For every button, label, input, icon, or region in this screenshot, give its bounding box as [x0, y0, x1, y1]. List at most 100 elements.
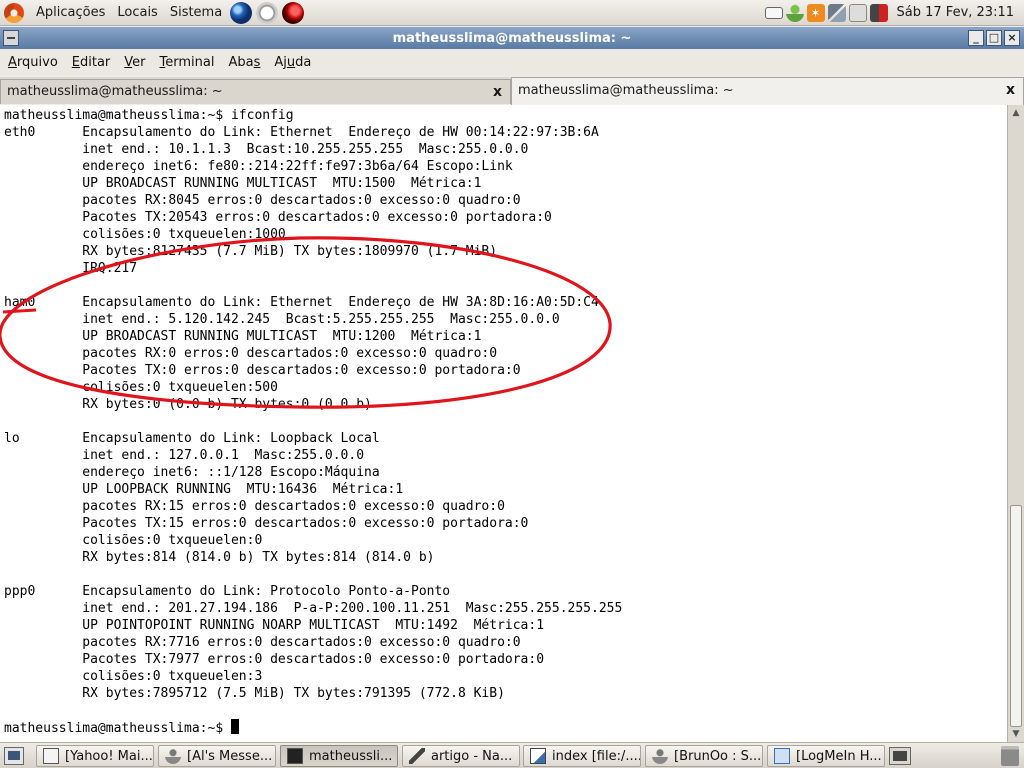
tab-close-icon[interactable]: x — [493, 84, 502, 100]
taskbar-label: [Yahoo! Mai... — [65, 748, 153, 764]
prompt-line: matheusslima@matheusslima:~$ — [4, 719, 622, 736]
shell-prompt: matheusslima@matheusslima:~$ — [4, 721, 231, 736]
taskbar-button-2[interactable]: matheussli... — [280, 745, 398, 767]
terminal-icon — [287, 748, 303, 764]
bug-icon[interactable] — [282, 1, 305, 24]
logmein-icon — [774, 748, 790, 764]
menu-item-2[interactable]: Ver — [116, 55, 151, 70]
pen-icon — [409, 748, 425, 764]
terminal-line: RX bytes:8127435 (7.7 MiB) TX bytes:1809… — [4, 244, 498, 259]
menu-item-1[interactable]: Editar — [64, 55, 117, 70]
terminal-line: colisões:0 txqueuelen:0 — [4, 533, 263, 548]
menu-item-post: rquivo — [16, 55, 58, 70]
menu-item-pre: Aba — [228, 55, 254, 70]
tab-2-active[interactable]: matheusslima@matheusslima: ~ x — [511, 77, 1024, 105]
globe-icon[interactable] — [230, 1, 253, 24]
taskbar-button-6[interactable]: [LogMeIn H... — [767, 745, 885, 767]
menu-item-0[interactable]: Arquivo — [0, 55, 64, 70]
menu-item-pre: Aj — [274, 55, 287, 70]
network-icon[interactable] — [827, 3, 846, 22]
menu-item-post: erminal — [165, 55, 215, 70]
terminal-line: UP LOOPBACK RUNNING MTU:16436 Métrica:1 — [4, 482, 404, 497]
terminal-line: Pacotes TX:7977 erros:0 descartados:0 ex… — [4, 652, 545, 667]
terminal-line: pacotes RX:8045 erros:0 descartados:0 ex… — [4, 193, 521, 208]
menu-system[interactable]: Sistema — [164, 5, 228, 20]
menu-item-post: da — [295, 55, 312, 70]
close-button[interactable]: × — [1004, 30, 1020, 46]
menu-item-3[interactable]: Terminal — [152, 55, 221, 70]
window-title: matheusslima@matheusslima: ~ — [392, 30, 632, 46]
terminal-line: Pacotes TX:0 erros:0 descartados:0 exces… — [4, 363, 521, 378]
taskbar-label: [Al's Messe... — [187, 748, 273, 764]
terminal-line: lo Encapsulamento do Link: Loopback Loca… — [4, 431, 380, 446]
tab-bar: matheusslima@matheusslima: ~ x matheussl… — [0, 77, 1024, 105]
taskbar-button-1[interactable]: [Al's Messe... — [158, 745, 276, 767]
taskbar-button-4[interactable]: index [file:/.... — [523, 745, 641, 767]
terminal-line: colisões:0 txqueuelen:1000 — [4, 227, 286, 242]
terminal-line: inet end.: 10.1.1.3 Bcast:10.255.255.255… — [4, 142, 529, 157]
terminal-line: inet end.: 201.27.194.186 P-a-P:200.100.… — [4, 601, 623, 616]
terminal-line: pacotes RX:7716 erros:0 descartados:0 ex… — [4, 635, 521, 650]
ubuntu-logo-icon[interactable] — [4, 2, 24, 23]
taskbar-label: artigo - Na... — [431, 748, 513, 764]
window-title-bar[interactable]: matheusslima@matheusslima: ~ _ □ × — [0, 27, 1024, 49]
system-tray: ✶ Sáb 17 Fev, 23:11 — [764, 3, 1024, 22]
pidgin-icon — [165, 748, 181, 764]
menu-item-post: er — [132, 55, 146, 70]
scroll-up-icon[interactable]: ▲ — [1010, 107, 1022, 119]
terminal-scrollbar[interactable]: ▲ ▼ — [1007, 105, 1024, 742]
terminal-line: matheusslima@matheusslima:~$ ifconfig — [4, 108, 294, 123]
terminal-line: RX bytes:7895712 (7.5 MiB) TX bytes:7913… — [4, 686, 505, 701]
window-icon — [43, 748, 59, 764]
scroll-thumb[interactable] — [1010, 505, 1022, 727]
menu-item-key: V — [124, 55, 133, 70]
terminal-line: RX bytes:0 (0.0 b) TX bytes:0 (0.0 b) — [4, 397, 372, 412]
tab-label: matheusslima@matheusslima: ~ — [518, 83, 734, 98]
tab-close-icon[interactable]: x — [1006, 82, 1015, 98]
terminal-line: UP POINTOPOINT RUNNING NOARP MULTICAST M… — [4, 618, 545, 633]
menu-item-key: A — [8, 55, 17, 70]
terminal-line: ppp0 Encapsulamento do Link: Protocolo P… — [4, 584, 451, 599]
taskbar-button-0[interactable]: [Yahoo! Mai... — [36, 745, 154, 767]
top-panel: Aplicações Locais Sistema ✶ Sáb 17 Fev, … — [0, 0, 1024, 26]
tab-1[interactable]: matheusslima@matheusslima: ~ x — [0, 79, 511, 104]
terminal-line: pacotes RX:0 erros:0 descartados:0 exces… — [4, 346, 498, 361]
show-desktop-icon[interactable] — [4, 747, 24, 765]
taskbar-button-3[interactable]: artigo - Na... — [402, 745, 520, 767]
taskbar-label: [BrunOo : S... — [674, 748, 762, 764]
terminal-line: pacotes RX:15 erros:0 descartados:0 exce… — [4, 499, 505, 514]
terminal-line: colisões:0 txqueuelen:3 — [4, 669, 263, 684]
terminal-line: IRQ:217 — [4, 261, 138, 276]
page-icon — [530, 748, 546, 764]
menu-bar: Arquivo Editar Ver Terminal Abas Ajuda — [0, 49, 1024, 76]
quit-icon[interactable] — [869, 3, 888, 22]
maximize-button[interactable]: □ — [986, 30, 1002, 46]
text-cursor — [230, 719, 239, 734]
terminal-line: ham0 Encapsulamento do Link: Ethernet En… — [4, 295, 599, 310]
terminal-text: matheusslima@matheusslima:~$ ifconfig eth… — [4, 107, 622, 736]
pidgin-icon — [652, 748, 668, 764]
update-icon[interactable]: ✶ — [806, 3, 825, 22]
scroll-down-icon[interactable]: ▼ — [1010, 728, 1022, 740]
volume-icon[interactable] — [848, 3, 867, 22]
workspace-icon[interactable] — [889, 747, 911, 765]
clock-icon[interactable] — [256, 1, 279, 24]
menu-item-5[interactable]: Ajuda — [266, 55, 317, 70]
window-menu-icon[interactable] — [3, 30, 19, 46]
tab-label: matheusslima@matheusslima: ~ — [7, 84, 223, 99]
terminal-output[interactable]: matheusslima@matheusslima:~$ ifconfig eth… — [0, 105, 1007, 742]
menu-places[interactable]: Locais — [111, 5, 163, 20]
mail-icon[interactable] — [764, 6, 783, 19]
terminal-line: inet end.: 127.0.0.1 Masc:255.0.0.0 — [4, 448, 365, 463]
menu-item-4[interactable]: Abas — [220, 55, 266, 70]
minimize-button[interactable]: _ — [968, 30, 984, 46]
trash-icon[interactable] — [1001, 746, 1019, 766]
user-icon[interactable] — [785, 3, 804, 22]
menu-applications[interactable]: Aplicações — [30, 5, 111, 20]
panel-clock[interactable]: Sáb 17 Fev, 23:11 — [891, 5, 1020, 20]
taskbar-button-5[interactable]: [BrunOo : S... — [645, 745, 763, 767]
